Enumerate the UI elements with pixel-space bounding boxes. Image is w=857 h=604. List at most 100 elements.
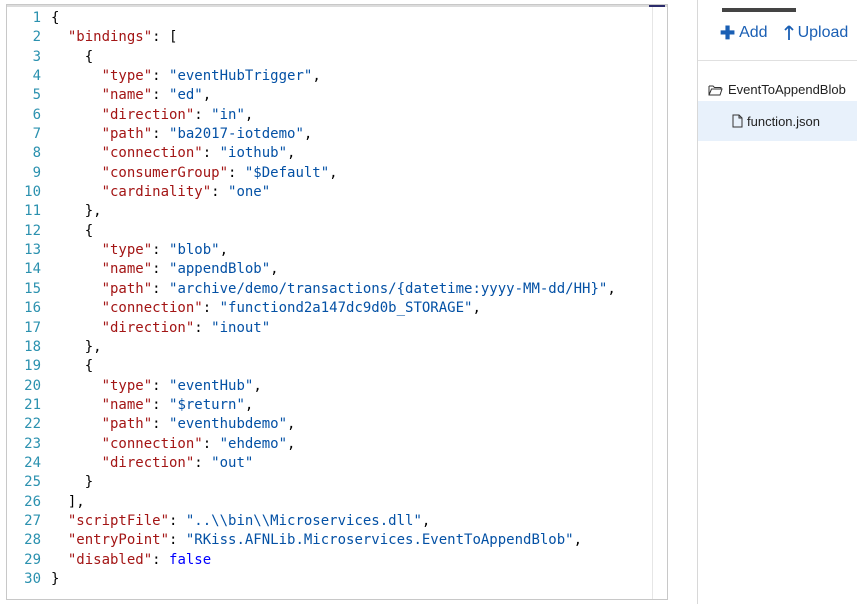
code-token: { bbox=[51, 358, 94, 375]
code-line[interactable]: 3 { bbox=[7, 48, 616, 67]
code-token: : bbox=[194, 319, 212, 336]
folder-item[interactable]: EventToAppendBlob bbox=[708, 82, 846, 97]
code-token: : bbox=[152, 551, 170, 568]
code-line[interactable]: 12 { bbox=[7, 222, 616, 241]
code-token: "scriptFile" bbox=[67, 512, 170, 529]
code-line[interactable]: 13 "type": "blob", bbox=[7, 241, 616, 260]
code-text: "path": "archive/demo/transactions/{date… bbox=[51, 280, 616, 299]
code-token: : bbox=[152, 126, 170, 143]
file-item-selected[interactable]: function.json bbox=[698, 101, 857, 141]
code-lines[interactable]: 1{2 "bindings": [3 {4 "type": "eventHubT… bbox=[7, 9, 616, 589]
code-line[interactable]: 11 }, bbox=[7, 202, 616, 221]
code-token: "type" bbox=[101, 377, 153, 394]
code-text: "connection": "iothub", bbox=[51, 144, 296, 163]
code-token: "iothub" bbox=[219, 145, 288, 162]
code-token: "consumerGroup" bbox=[101, 164, 229, 181]
code-line[interactable]: 26 ], bbox=[7, 493, 616, 512]
code-token: "path" bbox=[101, 280, 153, 297]
code-text: "cardinality": "one" bbox=[51, 183, 271, 202]
code-line[interactable]: 30} bbox=[7, 570, 616, 589]
code-token: , bbox=[202, 87, 212, 104]
code-token: , bbox=[244, 396, 254, 413]
line-number: 20 bbox=[24, 377, 41, 394]
vertical-scrollbar[interactable] bbox=[652, 7, 667, 599]
code-text: "type": "eventHub", bbox=[51, 377, 262, 396]
code-text: "path": "ba2017-iotdemo", bbox=[51, 125, 313, 144]
code-line[interactable]: 17 "direction": "inout" bbox=[7, 319, 616, 338]
code-line[interactable]: 1{ bbox=[7, 9, 616, 28]
line-number: 3 bbox=[32, 48, 41, 65]
code-token: : bbox=[152, 242, 170, 259]
code-text: "consumerGroup": "$Default", bbox=[51, 164, 338, 183]
code-line[interactable]: 24 "direction": "out" bbox=[7, 454, 616, 473]
add-button[interactable]: ✚ Add bbox=[720, 24, 768, 42]
code-line[interactable]: 18 }, bbox=[7, 338, 616, 357]
code-line[interactable]: 29 "disabled": false bbox=[7, 551, 616, 570]
code-line[interactable]: 14 "name": "appendBlob", bbox=[7, 260, 616, 279]
file-name: function.json bbox=[747, 113, 820, 129]
code-line[interactable]: 19 { bbox=[7, 357, 616, 376]
line-number: 24 bbox=[24, 454, 41, 471]
line-number: 9 bbox=[32, 164, 41, 181]
code-line[interactable]: 27 "scriptFile": "..\\bin\\Microservices… bbox=[7, 512, 616, 531]
code-line[interactable]: 8 "connection": "iothub", bbox=[7, 144, 616, 163]
upload-arrow-icon bbox=[783, 25, 794, 41]
code-line[interactable]: 4 "type": "eventHubTrigger", bbox=[7, 67, 616, 86]
code-text: "direction": "in", bbox=[51, 106, 254, 125]
code-token: "archive/demo/transactions/{datetime:yyy… bbox=[169, 280, 608, 297]
code-token: : bbox=[152, 396, 170, 413]
code-token: , bbox=[253, 377, 262, 394]
code-line[interactable]: 23 "connection": "ehdemo", bbox=[7, 435, 616, 454]
line-number: 11 bbox=[24, 203, 41, 220]
line-number: 8 bbox=[32, 145, 41, 162]
code-token: { bbox=[51, 222, 94, 239]
code-token: { bbox=[51, 10, 60, 26]
code-line[interactable]: 20 "type": "eventHub", bbox=[7, 377, 616, 396]
code-token: "path" bbox=[101, 416, 153, 433]
code-line[interactable]: 10 "cardinality": "one" bbox=[7, 183, 616, 202]
code-line[interactable]: 5 "name": "ed", bbox=[7, 86, 616, 105]
code-token: : bbox=[152, 377, 170, 394]
code-line[interactable]: 22 "path": "eventhubdemo", bbox=[7, 415, 616, 434]
code-text: "connection": "functiond2a147dc9d0b_STOR… bbox=[51, 299, 481, 318]
code-token: : bbox=[194, 106, 212, 123]
upload-button[interactable]: Upload bbox=[783, 24, 848, 42]
code-line[interactable]: 25 } bbox=[7, 473, 616, 492]
code-token: , bbox=[287, 416, 296, 433]
code-token: "RKiss.AFNLib.Microservices.EventToAppen… bbox=[185, 532, 574, 549]
code-line[interactable]: 28 "entryPoint": "RKiss.AFNLib.Microserv… bbox=[7, 531, 616, 550]
code-line[interactable]: 16 "connection": "functiond2a147dc9d0b_S… bbox=[7, 299, 616, 318]
code-token: "ed" bbox=[169, 87, 203, 104]
code-line[interactable]: 6 "direction": "in", bbox=[7, 106, 616, 125]
code-text: { bbox=[51, 357, 93, 376]
code-token: : bbox=[152, 87, 170, 104]
code-text: "type": "blob", bbox=[51, 241, 228, 260]
code-token: "one" bbox=[228, 184, 271, 201]
line-number: 4 bbox=[32, 68, 41, 85]
code-token: : bbox=[169, 532, 186, 549]
code-token: "direction" bbox=[101, 319, 195, 336]
code-text: }, bbox=[51, 338, 102, 357]
code-text: "scriptFile": "..\\bin\\Microservices.dl… bbox=[51, 512, 430, 531]
code-line[interactable]: 21 "name": "$return", bbox=[7, 396, 616, 415]
plus-icon: ✚ bbox=[720, 23, 736, 43]
code-token: : bbox=[211, 184, 229, 201]
code-token: , bbox=[303, 126, 313, 143]
code-token: "blob" bbox=[169, 242, 220, 259]
code-line[interactable]: 2 "bindings": [ bbox=[7, 28, 616, 47]
code-line[interactable]: 15 "path": "archive/demo/transactions/{d… bbox=[7, 280, 616, 299]
code-line[interactable]: 9 "consumerGroup": "$Default", bbox=[7, 164, 616, 183]
code-line[interactable]: 7 "path": "ba2017-iotdemo", bbox=[7, 125, 616, 144]
line-number: 29 bbox=[24, 551, 41, 568]
code-text: "entryPoint": "RKiss.AFNLib.Microservice… bbox=[51, 531, 582, 550]
code-token: "ehdemo" bbox=[219, 435, 288, 452]
code-text: { bbox=[51, 222, 93, 241]
code-token: : bbox=[152, 68, 170, 85]
code-editor[interactable]: 1{2 "bindings": [3 {4 "type": "eventHubT… bbox=[6, 4, 668, 600]
code-token: : bbox=[169, 512, 186, 529]
